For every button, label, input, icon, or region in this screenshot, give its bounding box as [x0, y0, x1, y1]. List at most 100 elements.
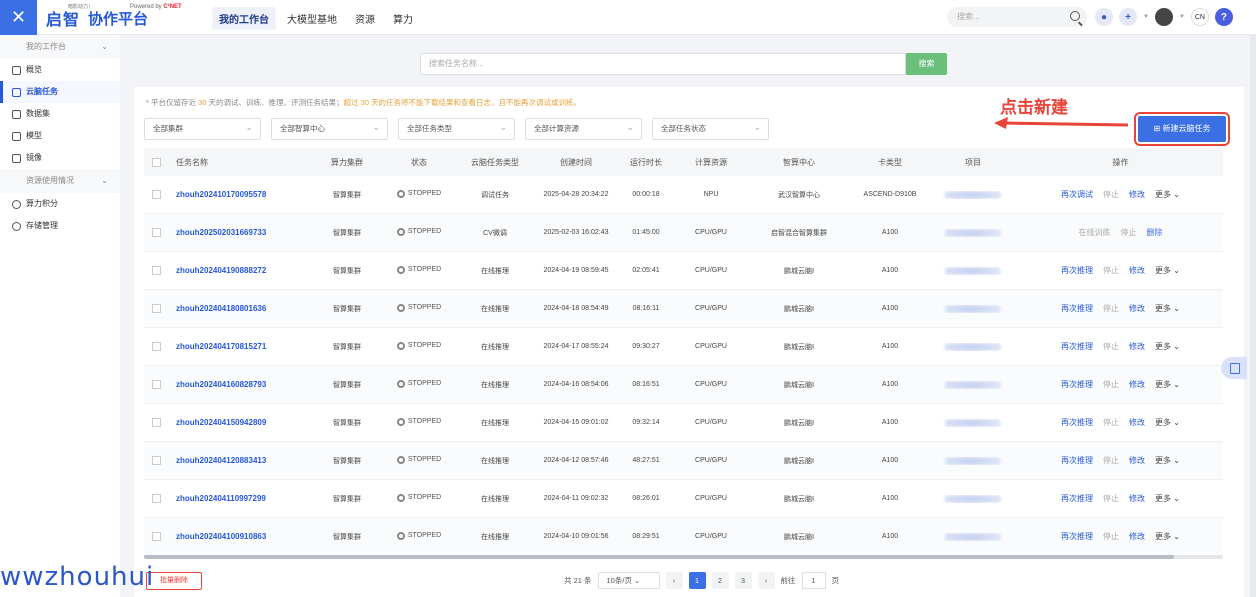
task-search-input[interactable]: 搜索任务名称... — [420, 53, 906, 75]
next-page-button[interactable]: › — [757, 572, 775, 589]
row-action[interactable]: 修改 — [1129, 189, 1145, 200]
table-row[interactable]: zhouh202404170815271 智算集群 STOPPED 在线推理 2024-… — [144, 328, 1223, 366]
row-action[interactable]: 更多 ⌄ — [1155, 417, 1180, 428]
table-row[interactable]: zhouh202404100910863 智算集群 STOPPED 在线推理 2024-… — [144, 518, 1223, 556]
row-action[interactable]: 再次推理 — [1061, 379, 1093, 390]
task-name-link[interactable]: zhouh202410170095578 — [168, 190, 310, 199]
row-action[interactable]: 更多 ⌄ — [1155, 531, 1180, 542]
table-row[interactable]: zhouh202404110997299 智算集群 STOPPED 在线推理 2024-… — [144, 480, 1223, 518]
task-name-link[interactable]: zhouh202404190888272 — [168, 266, 310, 275]
row-action[interactable]: 修改 — [1129, 531, 1145, 542]
row-action[interactable]: 更多 ⌄ — [1155, 303, 1180, 314]
row-checkbox[interactable] — [144, 532, 168, 541]
row-action[interactable]: 再次推理 — [1061, 531, 1093, 542]
row-action[interactable]: 停止 — [1103, 265, 1119, 276]
row-action[interactable]: 停止 — [1103, 379, 1119, 390]
row-action[interactable]: 更多 ⌄ — [1155, 379, 1180, 390]
row-action[interactable]: 停止 — [1103, 531, 1119, 542]
prev-page-button[interactable]: ‹ — [665, 572, 683, 589]
page-2[interactable]: 2 — [711, 572, 729, 589]
row-checkbox[interactable] — [144, 342, 168, 351]
sidebar-item-credits[interactable]: 算力积分 — [0, 193, 120, 215]
sidebar-item-storage[interactable]: 存储管理 — [0, 215, 120, 237]
new-task-button[interactable]: ⊞ 新建云脑任务 — [1134, 112, 1230, 146]
table-row[interactable]: zhouh202410170095578 智算集群 STOPPED 调试任务 2025-… — [144, 176, 1223, 214]
page-size-select[interactable]: 10条/页 ⌄ — [597, 572, 660, 589]
row-action[interactable]: 停止 — [1121, 227, 1137, 238]
plus-icon[interactable]: + — [1119, 8, 1137, 26]
table-row[interactable]: zhouh202502031669733 智算集群 STOPPED CV微调 2025-… — [144, 214, 1223, 252]
sidebar-item-images[interactable]: 镜像 — [0, 147, 120, 169]
row-action[interactable]: 再次推理 — [1061, 455, 1093, 466]
row-checkbox[interactable] — [144, 418, 168, 427]
sidebar-group-usage[interactable]: 资源使用情况 ⌄ — [0, 169, 120, 193]
filter-cluster[interactable]: 全部集群 — [144, 117, 261, 140]
row-action[interactable]: 再次推理 — [1061, 341, 1093, 352]
search-icon[interactable] — [1070, 11, 1080, 21]
goto-page-input[interactable]: 1 — [801, 572, 826, 589]
page-1[interactable]: 1 — [688, 572, 706, 589]
row-action[interactable]: 修改 — [1129, 493, 1145, 504]
row-action[interactable]: 修改 — [1129, 417, 1145, 428]
chevron-down-icon[interactable]: ▼ — [1143, 14, 1149, 20]
close-menu-icon[interactable]: ✕ — [0, 0, 37, 35]
page-scrollbar[interactable] — [1250, 35, 1256, 597]
row-action[interactable]: 修改 — [1129, 303, 1145, 314]
scrollbar-thumb[interactable] — [144, 555, 1174, 559]
filter-resource[interactable]: 全部计算资源 — [525, 117, 642, 140]
task-name-link[interactable]: zhouh202404100910863 — [168, 532, 310, 541]
nav-compute[interactable]: 算力 — [386, 7, 420, 30]
help-icon[interactable]: ? — [1214, 8, 1233, 26]
row-action[interactable]: 停止 — [1103, 303, 1119, 314]
row-checkbox[interactable] — [144, 494, 168, 503]
filter-task-type[interactable]: 全部任务类型 — [398, 117, 515, 140]
nav-resources[interactable]: 资源 — [348, 7, 382, 30]
row-action[interactable]: 再次调试 — [1061, 189, 1093, 200]
task-name-link[interactable]: zhouh202404120883413 — [168, 456, 310, 465]
global-search-input[interactable]: 搜索... — [947, 7, 1087, 27]
table-row[interactable]: zhouh202404120883413 智算集群 STOPPED 在线推理 2024-… — [144, 442, 1223, 480]
row-checkbox[interactable] — [144, 266, 168, 275]
task-name-link[interactable]: zhouh202404180801636 — [168, 304, 310, 313]
sidebar-item-overview[interactable]: 概览 — [0, 59, 120, 81]
row-action[interactable]: 再次推理 — [1061, 417, 1093, 428]
row-checkbox[interactable] — [144, 304, 168, 313]
language-switch[interactable]: CN — [1190, 8, 1209, 26]
row-action[interactable]: 更多 ⌄ — [1155, 341, 1180, 352]
row-action[interactable]: 在线训练 — [1079, 227, 1111, 238]
chevron-down-icon[interactable]: ▼ — [1179, 14, 1185, 20]
table-row[interactable]: zhouh202404190888272 智算集群 STOPPED 在线推理 2024-… — [144, 252, 1223, 290]
table-row[interactable]: zhouh202404160828793 智算集群 STOPPED 在线推理 2024-… — [144, 366, 1223, 404]
sidebar-item-cloud-tasks[interactable]: 云脑任务 — [0, 81, 120, 103]
row-checkbox[interactable] — [144, 190, 168, 199]
bell-icon[interactable]: ● — [1095, 8, 1113, 26]
task-name-link[interactable]: zhouh202404110997299 — [168, 494, 310, 503]
search-button[interactable]: 搜索 — [906, 53, 947, 75]
logo[interactable]: 暗影动力！ 启智 Powered by C²NET 协作平台 — [46, 4, 182, 30]
task-name-link[interactable]: zhouh202404150942809 — [168, 418, 310, 427]
sidebar-item-datasets[interactable]: 数据集 — [0, 103, 120, 125]
row-action[interactable]: 再次推理 — [1061, 493, 1093, 504]
nav-model-base[interactable]: 大模型基地 — [280, 7, 344, 30]
row-action[interactable]: 更多 ⌄ — [1155, 265, 1180, 276]
sidebar-item-models[interactable]: 模型 — [0, 125, 120, 147]
horizontal-scrollbar[interactable] — [144, 555, 1223, 559]
row-checkbox[interactable] — [144, 380, 168, 389]
row-action[interactable]: 修改 — [1129, 265, 1145, 276]
row-action[interactable]: 停止 — [1103, 189, 1119, 200]
row-action[interactable]: 更多 ⌄ — [1155, 493, 1180, 504]
row-action[interactable]: 停止 — [1103, 417, 1119, 428]
row-checkbox[interactable] — [144, 456, 168, 465]
row-action[interactable]: 再次推理 — [1061, 265, 1093, 276]
row-checkbox[interactable] — [144, 228, 168, 237]
row-action[interactable]: 删除 — [1147, 227, 1163, 238]
filter-status[interactable]: 全部任务状态 — [652, 117, 769, 140]
table-row[interactable]: zhouh202404150942809 智算集群 STOPPED 在线推理 2024-… — [144, 404, 1223, 442]
row-action[interactable]: 更多 ⌄ — [1155, 189, 1180, 200]
floating-tool-icon[interactable] — [1221, 357, 1247, 379]
row-action[interactable]: 修改 — [1129, 341, 1145, 352]
task-name-link[interactable]: zhouh202404160828793 — [168, 380, 310, 389]
row-action[interactable]: 停止 — [1103, 455, 1119, 466]
avatar[interactable] — [1154, 8, 1173, 26]
task-name-link[interactable]: zhouh202502031669733 — [168, 228, 310, 237]
